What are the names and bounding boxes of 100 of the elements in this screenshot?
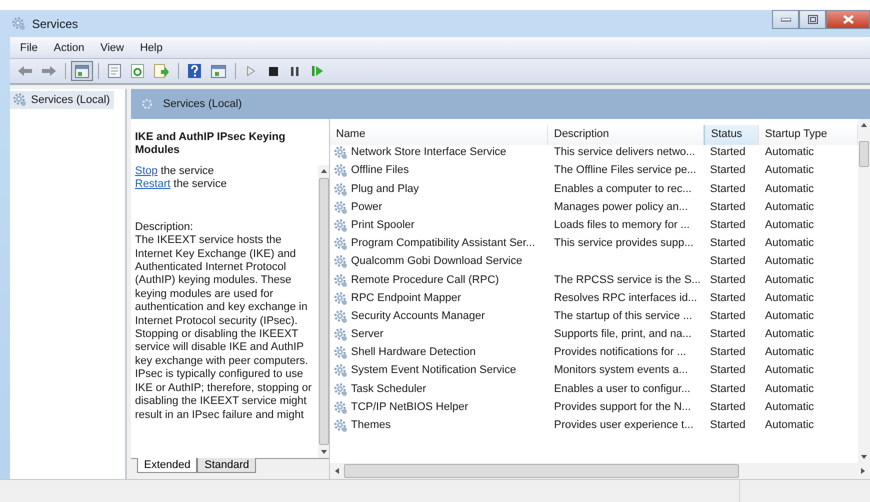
description-label: Description: <box>135 220 194 234</box>
service-title: IKE and AuthIP IPsec Keying Modules <box>134 130 286 158</box>
table-cell: Plug and Play <box>330 180 548 198</box>
tab[interactable]: Standard <box>197 458 256 473</box>
table-cell-text: Automatic <box>764 200 815 215</box>
table-cell-text: The RPCSS service is the S... <box>553 272 702 288</box>
table-cell: Server <box>330 325 548 344</box>
table-cell-text: Supports file, print, and na... <box>553 327 693 342</box>
right-arrow-icon <box>42 66 56 76</box>
scroll-arrow-icon[interactable] <box>861 122 867 128</box>
action-link[interactable]: Restart <box>135 178 170 190</box>
table-cell-text: Provides user experience t... <box>553 418 694 433</box>
table-cell-text: Provides support for the N... <box>553 400 692 415</box>
table-cell-text: Automatic <box>764 327 815 342</box>
table-cell-text: Started <box>709 400 746 415</box>
table-cell-text: Started <box>709 327 746 342</box>
gear-icon <box>334 274 348 288</box>
scroll-arrow-icon[interactable] <box>860 468 866 474</box>
table-cell-text: Started <box>709 218 746 233</box>
export-icon <box>154 64 169 78</box>
stop-icon <box>268 66 278 76</box>
vertical-scrollbar[interactable] <box>318 165 329 458</box>
pause-icon <box>291 66 299 76</box>
minimize-icon <box>780 18 790 22</box>
scroll-arrow-icon[interactable] <box>334 468 340 474</box>
tree-item[interactable]: Services (Local) <box>10 91 114 109</box>
scroll-arrow-icon[interactable] <box>861 454 867 460</box>
table-cell: Program Compatibility Assistant Ser... <box>330 234 548 252</box>
gear-icon <box>12 16 26 30</box>
console-icon <box>75 64 89 78</box>
table-cell-text: Started <box>709 254 746 270</box>
column-header[interactable]: Status <box>704 125 759 145</box>
table-cell-text: Automatic <box>764 272 815 288</box>
table-cell: Shell Hardware Detection <box>330 343 548 362</box>
table-cell-text: Automatic <box>764 400 815 415</box>
scroll-thumb[interactable] <box>344 464 739 478</box>
table-cell: Offline Files <box>330 161 548 180</box>
resume-icon <box>312 66 322 76</box>
action-text: the service <box>160 165 214 177</box>
gear-icon <box>334 237 348 252</box>
pane-title: Services (Local) <box>163 98 242 110</box>
gear-icon <box>334 146 348 160</box>
table-cell-text: Started <box>709 345 746 360</box>
table-cell: Network Store Interface Service <box>330 143 548 162</box>
scroll-thumb[interactable] <box>859 141 869 167</box>
close-button[interactable] <box>826 10 870 29</box>
table-cell: Task Scheduler <box>330 380 548 398</box>
tab[interactable]: Extended <box>137 458 198 473</box>
table-cell-text: Started <box>709 200 746 215</box>
minimize-button[interactable] <box>772 10 799 29</box>
menu-item[interactable]: Help <box>134 42 169 54</box>
scroll-thumb[interactable] <box>318 178 328 445</box>
table-cell-text: Automatic <box>764 254 815 270</box>
menu-item[interactable]: Action <box>48 42 90 54</box>
table-cell-text: Started <box>709 363 746 378</box>
gear-icon <box>334 382 348 397</box>
left-arrow-icon <box>18 66 32 76</box>
action-link[interactable]: Stop <box>135 165 158 177</box>
menu-item[interactable]: View <box>94 42 130 54</box>
table-cell-text: Started <box>709 308 746 324</box>
table-cell-text: Started <box>709 272 746 288</box>
table-cell-text: Automatic <box>764 382 815 397</box>
maximize-icon <box>808 15 818 24</box>
gear-icon <box>141 98 153 110</box>
scroll-arrow-icon[interactable] <box>320 168 326 174</box>
table-cell-text: Started <box>709 418 746 433</box>
table-cell-text: Started <box>709 236 746 252</box>
table-cell-text: Automatic <box>764 308 815 324</box>
column-header[interactable]: Description <box>548 125 704 145</box>
scroll-arrow-icon[interactable] <box>320 449 326 455</box>
table-cell: RPC Endpoint Mapper <box>330 288 548 307</box>
maximize-button[interactable] <box>799 10 826 29</box>
table-cell-text: Resolves RPC interfaces id... <box>553 290 698 306</box>
horizontal-scrollbar[interactable] <box>330 463 870 479</box>
table-cell-text: Started <box>709 145 746 160</box>
table-cell-text: The startup of this service ... <box>553 308 694 324</box>
table-cell: Security Accounts Manager <box>330 306 548 326</box>
play-icon <box>247 66 255 76</box>
table-cell: System Event Notification Service <box>330 361 548 380</box>
table-cell-text: The Offline Files service pe... <box>553 163 698 178</box>
column-header[interactable]: Name <box>330 125 548 145</box>
gear-icon <box>334 328 348 342</box>
gear-icon <box>334 419 348 433</box>
table-cell-text: Automatic <box>764 163 815 178</box>
table-cell-text: Automatic <box>764 236 815 252</box>
table-cell-text: Monitors system events a... <box>553 363 689 378</box>
action-text: the service <box>174 178 227 190</box>
table-cell-text: Enables a user to configur... <box>553 382 692 397</box>
table-cell-text: Automatic <box>764 290 815 306</box>
vertical-scrollbar[interactable] <box>858 119 870 463</box>
table-cell-text: This service provides supp... <box>553 236 694 252</box>
table-cell-text: Started <box>709 182 746 197</box>
gear-icon <box>334 255 348 270</box>
gear-icon <box>334 292 348 306</box>
gear-icon <box>334 346 348 360</box>
gear-icon <box>13 93 27 107</box>
menu-item[interactable]: File <box>14 42 44 54</box>
help-icon <box>188 64 201 78</box>
table-cell-text: Automatic <box>764 345 815 360</box>
column-header[interactable]: Startup Type <box>759 125 858 145</box>
